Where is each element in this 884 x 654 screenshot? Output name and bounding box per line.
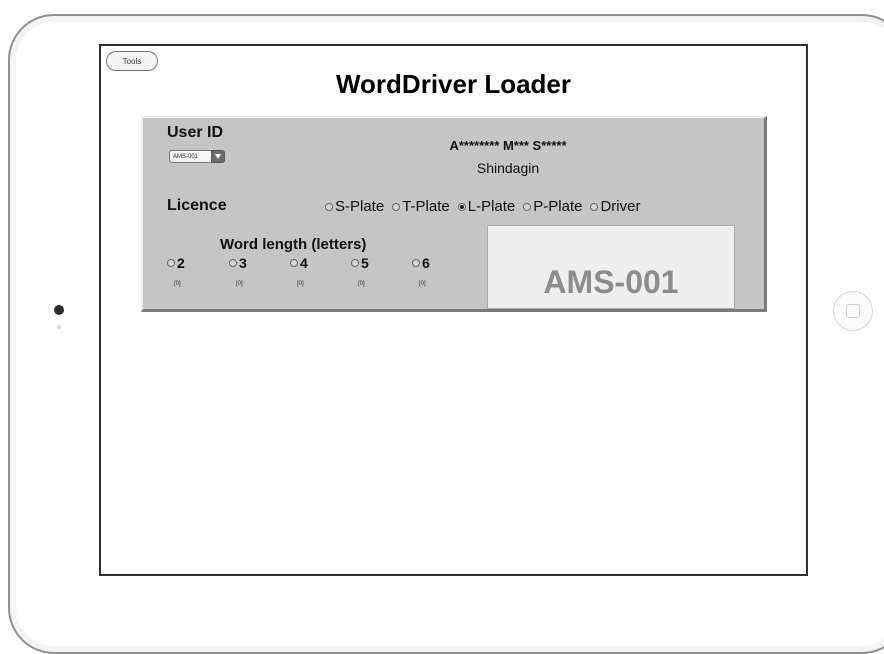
home-button[interactable] <box>833 291 873 331</box>
word-length-option-label: 2 <box>177 255 185 271</box>
word-length-count: [0] <box>236 281 243 287</box>
user-school: Shindagin <box>476 160 540 176</box>
licence-option-label: T-Plate <box>402 198 450 215</box>
word-length-option-label: 6 <box>422 255 430 271</box>
user-name: A******** M*** S***** <box>449 138 567 153</box>
word-length-option-6[interactable]: 6 <box>412 255 430 271</box>
licence-option-l-plate[interactable]: L-Plate <box>457 198 516 215</box>
word-length-option-4[interactable]: 4 <box>290 255 308 271</box>
radio-icon[interactable] <box>392 202 401 211</box>
licence-option-driver[interactable]: Driver <box>590 198 640 215</box>
camera-icon <box>54 305 64 315</box>
app-screen: Tools WordDriver Loader User ID AMS-001 … <box>99 44 808 576</box>
radio-icon[interactable] <box>325 202 333 211</box>
licence-option-p-plate[interactable]: P-Plate <box>523 198 582 215</box>
home-square-icon <box>846 304 860 318</box>
radio-icon[interactable] <box>351 259 359 267</box>
word-length-option-label: 3 <box>239 255 247 271</box>
licence-option-label: Driver <box>600 198 641 215</box>
page-title: WordDriver Loader <box>335 69 571 99</box>
licence-option-t-plate[interactable]: T-Plate <box>392 198 450 215</box>
word-length-option-label: 4 <box>300 255 308 271</box>
tools-button[interactable]: Tools <box>106 51 158 71</box>
radio-icon[interactable] <box>229 259 237 267</box>
word-length-label: Word length (letters) <box>220 236 367 253</box>
licence-options: S-Plate T-Plate L-Plate P-Plate Driver <box>325 198 640 215</box>
word-length-option-label: 5 <box>361 255 369 271</box>
radio-icon[interactable] <box>590 202 599 211</box>
licence-option-label: S-Plate <box>335 198 385 215</box>
word-length-option-3[interactable]: 3 <box>229 255 247 271</box>
id-display-text: AMS-001 <box>543 264 679 300</box>
word-length-count: [0] <box>419 281 426 287</box>
radio-selected-icon[interactable] <box>457 202 466 211</box>
sensor-icon <box>57 325 61 329</box>
radio-icon[interactable] <box>523 202 532 211</box>
radio-icon[interactable] <box>290 259 298 267</box>
radio-icon[interactable] <box>167 259 175 267</box>
radio-icon[interactable] <box>412 259 420 267</box>
word-length-option-5[interactable]: 5 <box>351 255 369 271</box>
word-length-count: [0] <box>174 281 181 287</box>
word-length-count: [0] <box>358 281 365 287</box>
loader-panel: User ID AMS-001 A******** M*** S***** Sh… <box>141 116 767 312</box>
word-length-count: [0] <box>297 281 304 287</box>
licence-option-label: L-Plate <box>467 198 516 215</box>
id-display-box: AMS-001 <box>487 225 735 309</box>
licence-option-label: P-Plate <box>533 198 583 215</box>
licence-option-s-plate[interactable]: S-Plate <box>325 198 384 215</box>
word-length-option-2[interactable]: 2 <box>167 255 185 271</box>
licence-label: Licence <box>167 197 227 214</box>
